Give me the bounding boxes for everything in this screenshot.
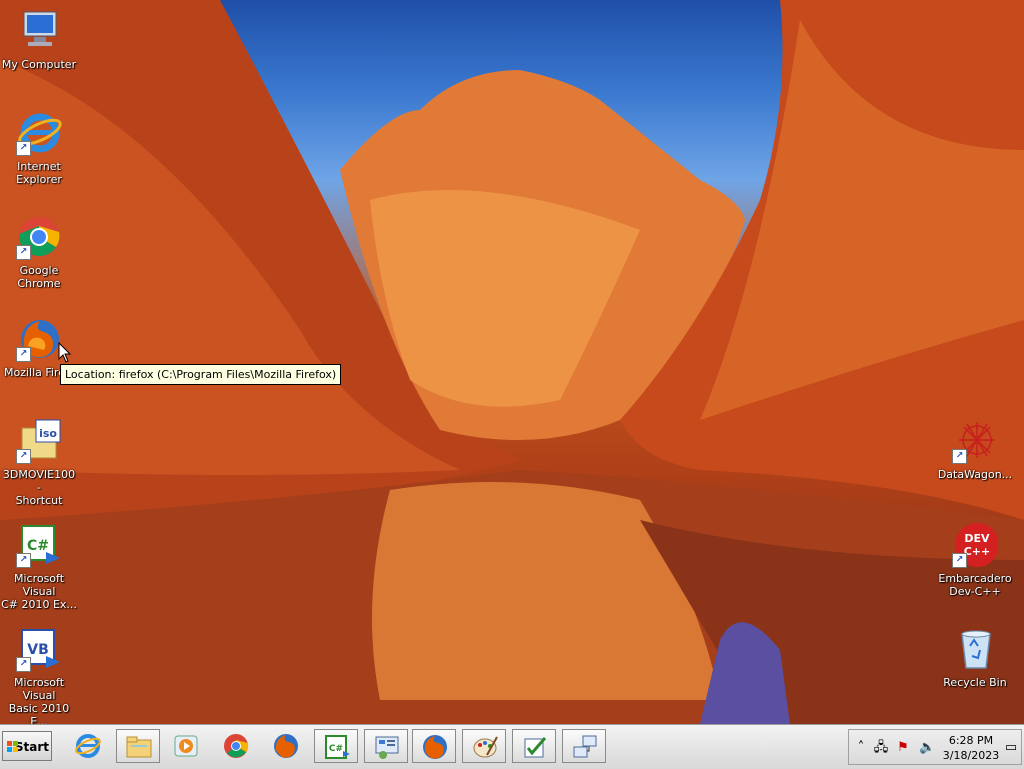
show-hidden-icons-icon[interactable]: ˄ — [853, 740, 869, 756]
taskbar-firefox-window[interactable] — [412, 729, 456, 763]
desktop-icon-label: Embarcadero Dev-C++ — [938, 572, 1012, 598]
firefox-icon: ↗ — [16, 316, 62, 362]
taskbar-task-app[interactable] — [512, 729, 556, 763]
show-desktop-icon[interactable]: ▭ — [1003, 740, 1019, 756]
desktop[interactable]: My Computer ↗ Internet Explorer ↗ Google… — [0, 0, 1024, 724]
shortcut-arrow-icon: ↗ — [16, 553, 31, 568]
svg-text:DEV: DEV — [964, 532, 990, 545]
desktop-icon-label: Microsoft Visual Basic 2010 E... — [8, 676, 70, 724]
windows-logo-icon — [7, 741, 18, 752]
visual-csharp-icon: C# ↗ — [16, 522, 62, 568]
visual-basic-icon: VB ↗ — [16, 626, 62, 672]
shortcut-arrow-icon: ↗ — [16, 141, 31, 156]
action-center-icon[interactable]: ⚑ — [895, 740, 911, 756]
icon-my-computer[interactable]: My Computer — [0, 8, 78, 71]
desktop-icon-label: Microsoft Visual C# 2010 Ex... — [1, 572, 77, 611]
shortcut-arrow-icon: ↗ — [16, 347, 31, 362]
datawagon-icon: ↗ — [952, 418, 998, 464]
folder-icon — [126, 736, 152, 758]
recycle-bin-icon — [952, 626, 998, 672]
shortcut-arrow-icon: ↗ — [16, 449, 31, 464]
control-panel-icon — [375, 736, 399, 759]
computer-icon — [16, 8, 62, 54]
svg-text:C#: C# — [329, 744, 343, 754]
svg-text:C#: C# — [27, 538, 49, 554]
internet-explorer-icon — [75, 734, 101, 758]
icon-internet-explorer[interactable]: ↗ Internet Explorer — [0, 110, 78, 186]
devcpp-icon: DEV C++ ↗ — [952, 522, 999, 568]
paint-icon — [473, 736, 498, 758]
visual-csharp-icon: C# — [325, 735, 350, 759]
desktop-icon-label: Recycle Bin — [943, 676, 1007, 689]
shortcut-arrow-icon: ↗ — [16, 657, 31, 672]
clock-time: 6:28 PM — [948, 734, 994, 747]
svg-text:VB: VB — [27, 642, 49, 658]
start-label: Start — [14, 740, 49, 754]
taskbar-firefox[interactable] — [264, 729, 308, 763]
network-tray-icon[interactable]: 🖧 — [873, 740, 889, 756]
chrome-icon — [224, 734, 249, 758]
icon-devcpp[interactable]: DEV C++ ↗ Embarcadero Dev-C++ — [936, 522, 1014, 598]
taskbar-internet-explorer[interactable] — [66, 729, 110, 763]
icon-datawagon[interactable]: ↗ DataWagon... — [936, 418, 1014, 481]
desktop-icon-label: My Computer — [1, 58, 77, 71]
start-button[interactable]: Start — [2, 731, 52, 761]
internet-explorer-icon: ↗ — [16, 110, 62, 156]
taskbar-control-panel[interactable] — [364, 729, 408, 763]
mouse-cursor-icon — [58, 342, 72, 363]
wallpaper — [0, 0, 1024, 724]
media-player-icon — [174, 735, 198, 757]
iso-file-icon: iso ↗ — [16, 418, 62, 464]
icon-visual-csharp[interactable]: C# ↗ Microsoft Visual C# 2010 Ex... — [0, 522, 78, 611]
checklist-icon — [524, 737, 547, 758]
clock-date: 3/18/2023 — [942, 749, 1000, 762]
taskbar: Start C# ˄ 🖧 ⚑ 🔈 6:28 PM 3/18/2023 ▭ — [0, 724, 1024, 769]
desktop-icon-label: 3DMOVIE100 - Shortcut — [2, 468, 76, 507]
firefox-location-tooltip: Location: firefox (C:\Program Files\Mozi… — [60, 364, 342, 385]
taskbar-paint[interactable] — [462, 729, 506, 763]
svg-text:C++: C++ — [964, 545, 991, 558]
chrome-icon: ↗ — [16, 214, 62, 260]
taskbar-network-app[interactable] — [562, 729, 606, 763]
svg-text:iso: iso — [39, 427, 57, 440]
firefox-icon — [274, 734, 298, 758]
volume-icon[interactable]: 🔈 — [919, 740, 935, 756]
shortcut-arrow-icon: ↗ — [16, 245, 31, 260]
clock[interactable]: 6:28 PM 3/18/2023 — [941, 733, 1001, 763]
notification-area: ˄ 🖧 ⚑ 🔈 6:28 PM 3/18/2023 ▭ — [848, 729, 1022, 765]
firefox-icon — [423, 735, 447, 759]
shortcut-arrow-icon: ↗ — [952, 553, 967, 568]
taskbar-media-player[interactable] — [164, 729, 208, 763]
icon-visual-basic[interactable]: VB ↗ Microsoft Visual Basic 2010 E... — [0, 626, 78, 724]
desktop-icon-label: DataWagon... — [937, 468, 1013, 481]
desktop-icon-label: Google Chrome — [17, 264, 61, 290]
network-icon — [573, 735, 597, 758]
desktop-icon-label: Internet Explorer — [16, 160, 62, 186]
icon-3dmovie100[interactable]: iso ↗ 3DMOVIE100 - Shortcut — [0, 418, 78, 507]
icon-recycle-bin[interactable]: Recycle Bin — [936, 626, 1014, 689]
shortcut-arrow-icon: ↗ — [952, 449, 967, 464]
taskbar-visual-csharp[interactable]: C# — [314, 729, 358, 763]
icon-google-chrome[interactable]: ↗ Google Chrome — [0, 214, 78, 290]
taskbar-chrome[interactable] — [214, 729, 258, 763]
taskbar-windows-explorer[interactable] — [116, 729, 160, 763]
